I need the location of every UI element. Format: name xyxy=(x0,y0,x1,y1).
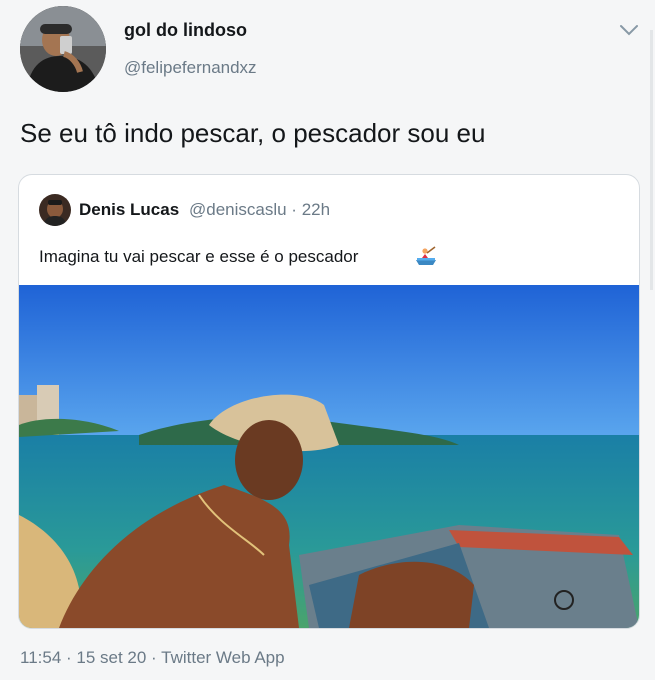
author-display-name[interactable]: gol do lindoso xyxy=(124,20,247,41)
chevron-down-icon[interactable] xyxy=(618,22,640,38)
quoted-author-meta[interactable]: @deniscaslu · 22h xyxy=(189,200,330,220)
quoted-author-avatar[interactable] xyxy=(39,194,71,226)
tweet-footer-meta[interactable]: 11:54 · 15 set 20 · Twitter Web App xyxy=(20,648,285,668)
scrollbar[interactable] xyxy=(650,30,653,290)
quoted-author-name[interactable]: Denis Lucas xyxy=(79,200,179,220)
rowboat-emoji-icon xyxy=(416,246,436,265)
quoted-tweet-card[interactable]: Denis Lucas @deniscaslu · 22h Imagina tu… xyxy=(18,174,640,629)
profile-photo-icon xyxy=(20,6,106,92)
author-avatar[interactable] xyxy=(20,6,106,92)
quoted-profile-icon xyxy=(39,194,71,226)
quoted-tweet-text: Imagina tu vai pescar e esse é o pescado… xyxy=(39,247,359,266)
author-handle[interactable]: @felipefernandxz xyxy=(124,58,257,78)
quoted-photo[interactable] xyxy=(19,285,639,628)
tweet-text: Se eu tô indo pescar, o pescador sou eu xyxy=(20,118,486,148)
